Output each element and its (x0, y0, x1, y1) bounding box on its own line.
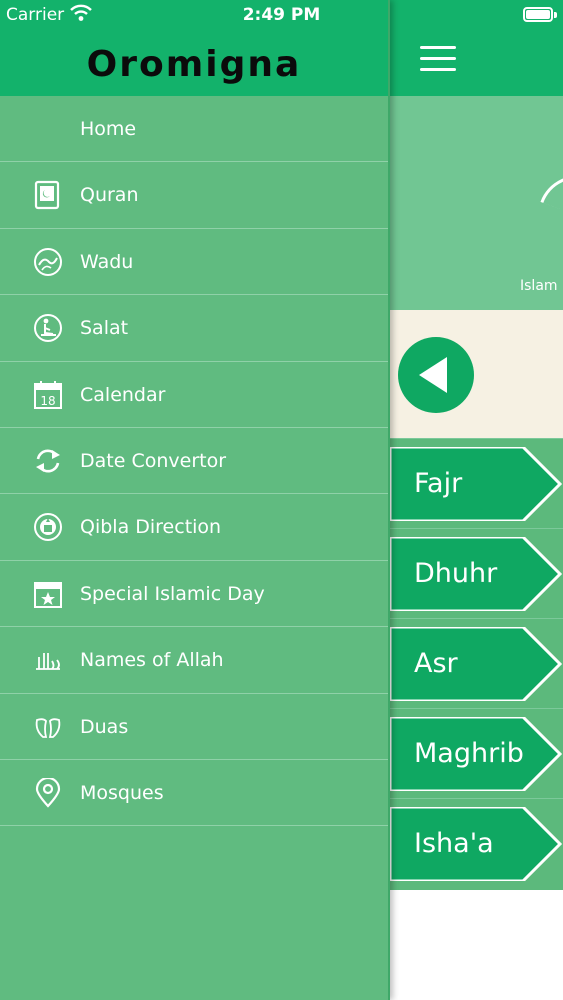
menu-item-salat[interactable]: Salat (0, 295, 388, 362)
crescent-icon (540, 164, 563, 216)
prayer-name: Fajr (414, 468, 463, 499)
hero-banner: Islam (390, 96, 563, 310)
prayer-name: Isha'a (414, 828, 494, 859)
menu-item-date-convertor[interactable]: Date Convertor (0, 428, 388, 495)
menu-item-duas[interactable]: Duas (0, 694, 388, 760)
menu-item-label: Salat (80, 317, 129, 340)
menu-item-label: Date Convertor (80, 449, 227, 472)
menu-item-label: Special Islamic Day (80, 582, 265, 605)
battery-icon (523, 7, 557, 22)
dua-hands-icon (35, 717, 61, 738)
menu-item-label: Calendar (80, 383, 166, 406)
qibla-icon (34, 513, 62, 542)
drawer-menu: Home Quran Wadu Salat 18 Calendar Date C… (0, 96, 388, 827)
prayer-row-dhuhr[interactable]: Dhuhr (390, 528, 563, 618)
main-content: Islam Fajr Dhuhr Asr Maghrib Isha'a (390, 0, 563, 1000)
side-drawer: Oromigna Home Quran Wadu Salat 18 Calend… (0, 0, 390, 1000)
calendar-icon: 18 (34, 380, 62, 409)
menu-item-home[interactable]: Home (0, 96, 388, 163)
prayer-row-asr[interactable]: Asr (390, 618, 563, 708)
menu-item-label: Names of Allah (80, 649, 224, 672)
menu-item-mosques[interactable]: Mosques (0, 760, 388, 827)
special-day-icon (34, 581, 62, 608)
menu-item-label: Mosques (80, 781, 164, 804)
prayer-row-fajr[interactable]: Fajr (390, 438, 563, 528)
convert-arrows-icon (36, 449, 60, 473)
menu-item-label: Duas (80, 715, 129, 738)
app-logo: Oromigna (86, 44, 302, 85)
allah-calligraphy-icon (36, 653, 60, 671)
prayer-times-list: Fajr Dhuhr Asr Maghrib Isha'a (390, 438, 563, 890)
menu-item-label: Home (80, 118, 137, 140)
prayer-name: Dhuhr (414, 558, 498, 589)
hero-label: Islam (520, 278, 558, 294)
prayer-name: Maghrib (414, 738, 524, 769)
quran-book-icon (34, 181, 60, 210)
menu-item-label: Wadu (80, 250, 134, 273)
previous-day-button[interactable] (398, 337, 474, 413)
prayer-row-ishaa[interactable]: Isha'a (390, 798, 563, 888)
prayer-row-maghrib[interactable]: Maghrib (390, 708, 563, 798)
menu-item-qibla-direction[interactable]: Qibla Direction (0, 494, 388, 561)
menu-item-label: Qibla Direction (80, 516, 222, 539)
status-bar: Carrier 2:49 PM (0, 0, 563, 30)
menu-item-quran[interactable]: Quran (0, 162, 388, 229)
menu-item-special-islamic-day[interactable]: Special Islamic Day (0, 561, 388, 628)
status-time: 2:49 PM (242, 5, 321, 25)
menu-item-names-of-allah[interactable]: Names of Allah (0, 627, 388, 694)
calendar-day-text: 18 (40, 394, 55, 408)
salat-icon (34, 314, 62, 343)
hamburger-menu-icon[interactable] (420, 46, 456, 72)
menu-item-calendar[interactable]: 18 Calendar (0, 362, 388, 428)
date-band (390, 310, 563, 438)
menu-item-wadu[interactable]: Wadu (0, 229, 388, 296)
wadu-icon (34, 247, 62, 276)
location-pin-icon (35, 777, 61, 808)
prayer-name: Asr (414, 648, 458, 679)
menu-item-label: Quran (80, 184, 139, 207)
